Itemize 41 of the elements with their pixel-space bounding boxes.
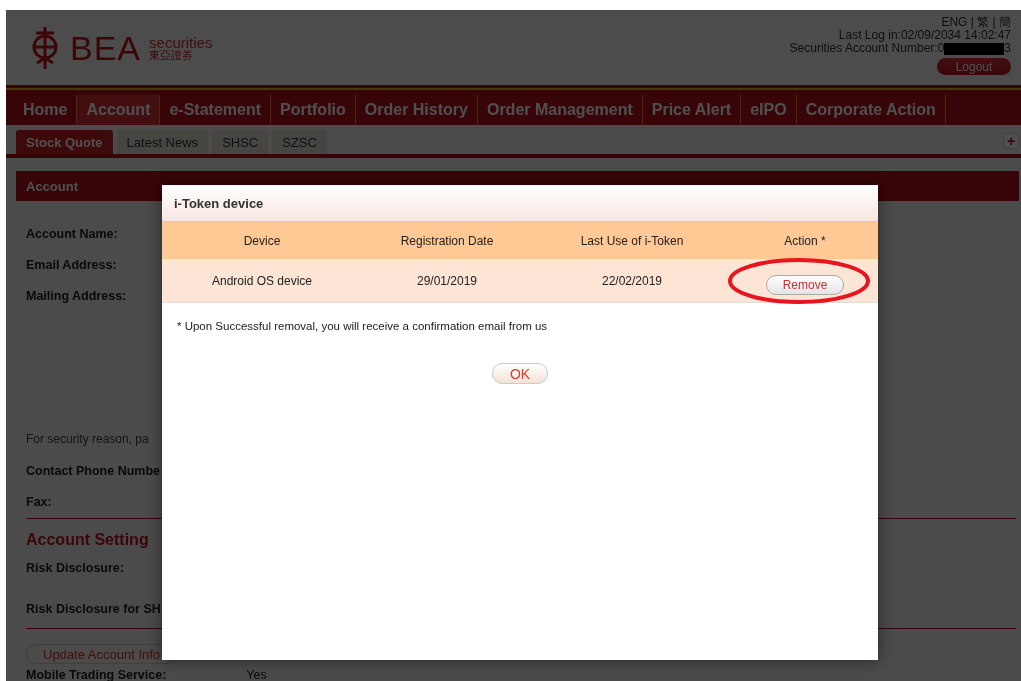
table-cell-text: 22/02/2019: [600, 273, 664, 288]
nav-item[interactable]: Order History: [355, 95, 478, 125]
nav-item[interactable]: Price Alert: [642, 95, 742, 125]
field-label: Mailing Address:: [26, 289, 127, 305]
nav-item[interactable]: e-Statement: [160, 95, 272, 125]
product-name: securities: [149, 35, 213, 50]
nav-item[interactable]: Account: [77, 95, 161, 125]
field-label: Fax:: [26, 495, 52, 511]
table-cell-text: 29/01/2019: [415, 273, 479, 288]
field-label: Risk Disclosure for SH: [26, 602, 161, 618]
add-button[interactable]: +: [1003, 133, 1019, 149]
logout-button[interactable]: Logout: [937, 58, 1011, 75]
tab[interactable]: Latest News: [116, 130, 209, 154]
table-cell-text: Android OS device: [210, 273, 314, 288]
footnote: * Upon Successful removal, you will receive a confirmation email from us: [176, 319, 549, 334]
field-value: Yes: [246, 668, 267, 681]
column-header: Registration Date: [399, 233, 495, 248]
nav-item[interactable]: Portfolio: [271, 95, 356, 125]
dialog-title: i-Token device: [162, 185, 878, 222]
column-header: Device: [242, 233, 282, 248]
tab[interactable]: SZSC: [272, 130, 327, 154]
brand-name: BEA: [70, 28, 142, 68]
nav-item[interactable]: Corporate Action: [796, 95, 946, 125]
account-number-end: 3: [1004, 42, 1011, 55]
ok-button[interactable]: OK: [492, 363, 548, 384]
tab[interactable]: Stock Quote: [16, 130, 113, 154]
field-label: Email Address:: [26, 258, 117, 274]
remove-button[interactable]: Remove: [766, 274, 844, 295]
last-login: Last Log in:02/09/2034 14:02:47: [838, 29, 1011, 42]
column-header: Last Use of i-Token: [579, 233, 685, 248]
field-label: Account Name:: [26, 227, 118, 243]
field-label: Contact Phone Numbe: [26, 464, 161, 480]
redaction-bar: [944, 42, 1005, 55]
column-header: Action *: [783, 233, 827, 248]
account-number-label: Securities Account Number:0: [789, 42, 945, 55]
field-label: Risk Disclosure:: [26, 561, 124, 577]
tab[interactable]: SHSC: [212, 130, 269, 154]
section-title: Account Setting: [26, 531, 149, 550]
nav-item[interactable]: Order Management: [477, 95, 643, 125]
nav-item[interactable]: eIPO: [741, 95, 797, 125]
field-label: Mobile Trading Service:: [26, 668, 167, 681]
